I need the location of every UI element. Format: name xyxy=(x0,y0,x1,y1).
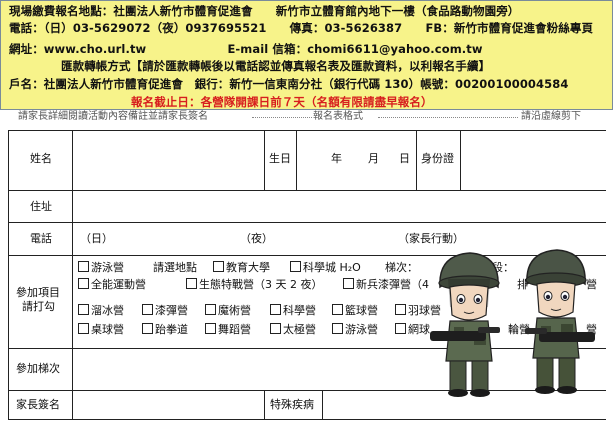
name-label: 姓名 xyxy=(30,152,52,165)
deadline-notice: 報名截止日：各營隊開課日前７天（名額有限請盡早報名） xyxy=(131,95,433,109)
checkbox[interactable] xyxy=(395,304,406,315)
special-illness-label: 特殊疾病 xyxy=(270,398,314,411)
registration-info-box: 現場繳費報名地點：社團法人新竹市體育促進會 新竹市立體育館內地下一樓（食品路動物… xyxy=(0,0,613,110)
option-label: 科學城 H₂O xyxy=(303,261,361,274)
paintball-camp-option[interactable]: 漆彈營 xyxy=(142,304,188,318)
all-round-sports-option[interactable]: 全能運動營 xyxy=(78,278,146,292)
parent-signature-label: 家長簽名 xyxy=(16,398,60,411)
option-label: 籃球營 xyxy=(345,304,378,317)
signature-divider xyxy=(264,390,265,420)
batch-label: 參加梯次 xyxy=(16,362,60,375)
checkbox[interactable] xyxy=(332,304,343,315)
program-label: 參加項目 xyxy=(16,286,60,299)
table-tennis-camp-option[interactable]: 桌球營 xyxy=(78,323,124,337)
option-label: 全能運動營 xyxy=(91,278,146,291)
option-label: 科學營 xyxy=(283,304,316,317)
checkbox[interactable] xyxy=(78,278,89,289)
swim-camp-option-2[interactable]: 游泳營 xyxy=(332,323,378,337)
checkbox[interactable] xyxy=(395,323,406,334)
parent-notice-text: 請家長詳細閱讀活動內容備註並請家長簽名 xyxy=(18,111,208,122)
transfer-method-line: 匯款轉帳方式【請於匯款轉帳後以電話認並傳真報名表及匯款資料，以利報名手續】 xyxy=(61,59,491,73)
option-label: 桌球營 xyxy=(91,323,124,336)
option-label: 太極營 xyxy=(283,323,316,336)
checkbox[interactable] xyxy=(270,304,281,315)
onsite-location-line: 現場繳費報名地點：社團法人新竹市體育促進會 新竹市立體育館內地下一樓（食品路動物… xyxy=(9,4,520,18)
checkbox[interactable] xyxy=(332,323,343,334)
birthday-divider xyxy=(264,130,265,190)
option-label: 漆彈營 xyxy=(155,304,188,317)
taekwondo-option[interactable]: 跆拳道 xyxy=(142,323,188,337)
checkbox[interactable] xyxy=(205,323,216,334)
table-border-top xyxy=(8,130,606,131)
phone-day-label: （日） xyxy=(80,232,113,245)
checkbox[interactable] xyxy=(290,261,301,272)
dotted-line xyxy=(378,117,518,118)
birthday-value-divider xyxy=(296,130,297,190)
contact-phone-line: 電話：（日）03-5629072（夜）0937695521 傳真：03-5626… xyxy=(9,21,594,35)
row-divider xyxy=(8,222,606,223)
option-label: 游泳營 xyxy=(345,323,378,336)
phone-night-label: （夜） xyxy=(240,232,273,245)
paintball-recruit-option[interactable]: 新兵漆彈營（4 xyxy=(343,278,429,292)
address-label: 住址 xyxy=(30,200,52,213)
option-label: 新兵漆彈營（4 xyxy=(356,278,429,291)
checkbox[interactable] xyxy=(142,323,153,334)
parent-mobile-label: （家長行動） xyxy=(398,232,464,245)
swim-camp-option[interactable]: 游泳營 xyxy=(78,261,124,275)
basketball-camp-option[interactable]: 籃球營 xyxy=(332,304,378,318)
option-label: 跆拳道 xyxy=(155,323,188,336)
cut-line-divider: 請家長詳細閱讀活動內容備註並請家長簽名 報名表格式 請沿虛線剪下 xyxy=(0,110,613,124)
id-label-divider-right xyxy=(460,130,461,190)
option-label: 魔術營 xyxy=(218,304,251,317)
check-instruction-label: 請打勾 xyxy=(22,300,55,313)
option-label: 教育大學 xyxy=(226,261,270,274)
checkbox[interactable] xyxy=(343,278,354,289)
form-format-text: 報名表格式 xyxy=(313,111,363,122)
label-column-divider xyxy=(72,130,73,420)
checkbox[interactable] xyxy=(213,261,224,272)
website-email-line: 網址：www.cho.url.tw E-mail 信箱：chomi6611@ya… xyxy=(9,42,483,56)
tennis-camp-option[interactable]: 網球 xyxy=(395,323,430,337)
table-border-bottom xyxy=(8,419,606,420)
location-edu-univ-option[interactable]: 教育大學 xyxy=(213,261,270,275)
checkbox[interactable] xyxy=(78,261,89,272)
month-label: 月 xyxy=(368,152,379,165)
science-camp-option[interactable]: 科學營 xyxy=(270,304,316,318)
row-divider xyxy=(8,190,606,191)
magic-camp-option[interactable]: 魔術營 xyxy=(205,304,251,318)
cut-instruction-text: 請沿虛線剪下 xyxy=(521,111,581,122)
bank-account-line: 戶名：社團法人新竹市體育促進會 銀行：新竹一信東南分社（銀行代碼 130）帳號：… xyxy=(9,77,569,91)
year-label: 年 xyxy=(331,152,342,165)
id-number-label: 身份證 xyxy=(421,152,454,165)
dance-camp-option[interactable]: 舞蹈營 xyxy=(205,323,251,337)
dotted-line xyxy=(252,117,312,118)
checkbox[interactable] xyxy=(142,304,153,315)
checkbox[interactable] xyxy=(205,304,216,315)
option-label: 生態特戰營（3 天 2 夜） xyxy=(199,278,323,291)
skating-camp-option[interactable]: 溜冰營 xyxy=(78,304,124,318)
phone-label: 電話 xyxy=(30,232,52,245)
table-border-left xyxy=(8,130,9,420)
option-label: 游泳營 xyxy=(91,261,124,274)
day-label: 日 xyxy=(399,152,410,165)
checkbox[interactable] xyxy=(78,323,89,334)
registration-form: 姓名 生日 年 月 日 身份證 住址 電話 （日） （夜） （家長行動） 參加項… xyxy=(0,124,613,432)
option-label: 網球 xyxy=(408,323,430,336)
tai-chi-camp-option[interactable]: 太極營 xyxy=(270,323,316,337)
birthday-label: 生日 xyxy=(269,152,291,165)
batch-prompt: 梯次： xyxy=(385,261,418,274)
checkbox[interactable] xyxy=(186,278,197,289)
checkbox[interactable] xyxy=(78,304,89,315)
illness-divider xyxy=(322,390,323,420)
soldier-mascot-icon xyxy=(430,252,500,397)
location-prompt: 請選地點 xyxy=(153,261,197,274)
soldier-mascot-icon xyxy=(525,249,595,394)
location-science-city-option[interactable]: 科學城 H₂O xyxy=(290,261,361,275)
eco-camp-option[interactable]: 生態特戰營（3 天 2 夜） xyxy=(186,278,323,292)
id-label-divider-left xyxy=(416,130,417,190)
checkbox[interactable] xyxy=(270,323,281,334)
option-label: 舞蹈營 xyxy=(218,323,251,336)
option-label: 溜冰營 xyxy=(91,304,124,317)
